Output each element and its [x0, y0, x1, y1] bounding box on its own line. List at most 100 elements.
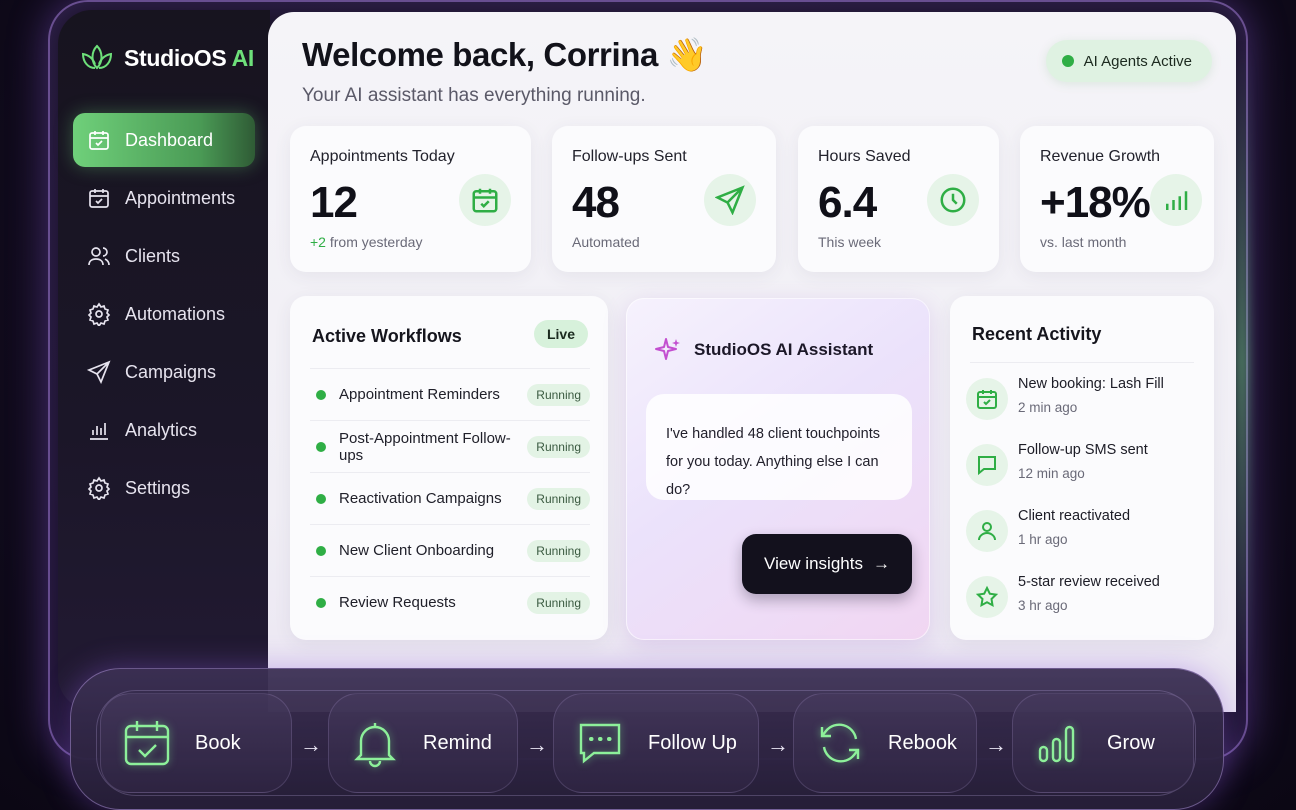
workflow-name: Appointment Reminders	[339, 386, 500, 403]
sidebar-item-label: Dashboard	[125, 129, 214, 150]
activity-item[interactable]: Client reactivated 1 hr ago	[966, 508, 1196, 558]
stat-card-revenue[interactable]: Revenue Growth +18% vs. last month	[1020, 126, 1214, 272]
activity-time: 1 hr ago	[1018, 532, 1068, 547]
assistant-message-line: for you today. Anything else I can do?	[666, 454, 879, 498]
stat-sub: Automated	[572, 234, 640, 250]
pipeline-step-remind[interactable]: Remind	[328, 693, 518, 793]
stat-delta: +2	[310, 234, 326, 250]
send-icon	[87, 360, 111, 384]
sparkle-icon	[655, 338, 680, 360]
pipeline-step-book[interactable]: Book	[100, 693, 292, 793]
recent-activity-title: Recent Activity	[972, 324, 1102, 344]
activity-icon-wrap	[966, 576, 1008, 618]
bar-chart-icon	[90, 423, 108, 440]
activity-text: New booking: Lash Fill	[1018, 376, 1164, 392]
refresh-icon	[820, 723, 860, 763]
step-label: Grow	[1107, 731, 1155, 754]
activity-text: 5-star review received	[1018, 574, 1160, 590]
workflow-name: New Client Onboarding	[339, 542, 495, 559]
calendar-check-icon	[472, 188, 498, 213]
workflows-title: Active Workflows	[312, 326, 462, 346]
status-badge: Running	[527, 487, 590, 510]
star-icon	[975, 585, 999, 608]
sidebar-item-settings[interactable]: Settings	[73, 461, 255, 515]
status-badge: Running	[527, 539, 590, 562]
workflow-row[interactable]: Review Requests Running	[310, 576, 590, 628]
recent-activity-card: Recent Activity New booking: Lash Fill 2…	[950, 296, 1214, 640]
stat-sub: This week	[818, 234, 882, 250]
sidebar-item-dashboard[interactable]: Dashboard	[73, 113, 255, 167]
stat-sub: +2 from yesterday	[310, 234, 422, 250]
calendar-check-icon	[124, 721, 170, 766]
workflow-row[interactable]: Appointment Reminders Running	[310, 368, 590, 420]
agents-status-badge[interactable]: AI Agents Active	[1045, 40, 1212, 82]
activity-text: Client reactivated	[1018, 508, 1131, 524]
bell-icon	[354, 723, 396, 768]
activity-item[interactable]: 5-star review received 3 hr ago	[966, 574, 1196, 624]
stat-label: Follow-ups Sent	[572, 148, 687, 165]
chat-icon	[978, 456, 996, 476]
divider	[970, 362, 1194, 363]
lotus-icon	[81, 44, 113, 70]
pipeline-step-follow-up[interactable]: Follow Up	[553, 693, 759, 793]
workflow-name: Post-Appointment Follow-ups	[339, 429, 511, 464]
status-badge: Running	[527, 383, 590, 406]
status-badge: Running	[527, 435, 590, 458]
status-dot	[316, 441, 326, 452]
stat-value: +18%	[1040, 178, 1151, 227]
activity-icon-wrap	[966, 444, 1008, 486]
stat-value: 6.4	[818, 178, 877, 227]
activity-text: Follow-up SMS sent	[1018, 442, 1148, 458]
workflow-name: Review Requests	[339, 594, 456, 611]
calendar-check-icon	[977, 390, 997, 409]
stat-label: Hours Saved	[818, 148, 911, 165]
stat-card-followups[interactable]: Follow-ups Sent 48 Automated	[552, 126, 776, 272]
activity-item[interactable]: Follow-up SMS sent 12 min ago	[966, 442, 1196, 492]
sidebar-item-clients[interactable]: Clients	[73, 229, 255, 283]
view-insights-button[interactable]: View insights →	[742, 534, 912, 594]
sidebar-item-automations[interactable]: Automations	[73, 287, 255, 341]
step-label: Remind	[423, 731, 492, 754]
step-label: Rebook	[888, 731, 957, 754]
pipeline-step-grow[interactable]: Grow	[1012, 693, 1194, 793]
clock-icon	[940, 187, 966, 213]
pipeline-step-rebook[interactable]: Rebook	[793, 693, 977, 793]
sidebar-item-label: Automations	[125, 303, 226, 324]
activity-time: 12 min ago	[1018, 466, 1085, 481]
stat-card-appointments[interactable]: Appointments Today 12 +2 from yesterday	[290, 126, 531, 272]
assistant-title: StudioOS AI Assistant	[694, 340, 874, 359]
sidebar-item-campaigns[interactable]: Campaigns	[73, 345, 255, 399]
stat-sub-text: from yesterday	[325, 234, 423, 250]
sidebar-item-label: Analytics	[125, 419, 198, 440]
sidebar-item-appointments[interactable]: Appointments	[73, 171, 255, 225]
brand-name: StudioOS	[124, 44, 227, 71]
stat-card-hours[interactable]: Hours Saved 6.4 This week	[798, 126, 999, 272]
activity-item[interactable]: New booking: Lash Fill 2 min ago	[966, 376, 1196, 426]
stat-sub: vs. last month	[1040, 234, 1127, 250]
button-label: View insights	[764, 554, 863, 573]
calendar-check-icon	[89, 189, 109, 208]
main-content: Welcome back, Corrina 👋 Your AI assistan…	[268, 12, 1236, 712]
status-dot	[316, 597, 326, 608]
bar-chart-icon	[1038, 725, 1075, 763]
brand-logo[interactable]: StudioOS AI	[80, 42, 254, 74]
sidebar-item-analytics[interactable]: Analytics	[73, 403, 255, 457]
stat-value: 48	[572, 178, 620, 227]
workflows-card: Active Workflows Live Appointment Remind…	[290, 296, 608, 640]
workflows-list: Appointment Reminders Running Post-Appoi…	[310, 368, 590, 628]
workflow-row[interactable]: New Client Onboarding Running	[310, 524, 590, 576]
agents-status-label: AI Agents Active	[1083, 52, 1192, 70]
stat-icon-wrap	[704, 174, 756, 226]
activity-time: 2 min ago	[1018, 400, 1078, 415]
stat-icon-wrap	[927, 174, 979, 226]
brand-suffix: AI	[231, 44, 255, 71]
stat-icon-wrap	[1150, 174, 1202, 226]
bar-chart-icon	[1166, 191, 1188, 210]
frame-glow	[1238, 42, 1246, 682]
activity-time: 3 hr ago	[1018, 598, 1068, 613]
page-title: Welcome back, Corrina 👋	[302, 36, 708, 73]
activity-icon-wrap	[966, 378, 1008, 420]
workflow-row[interactable]: Post-Appointment Follow-ups Running	[310, 420, 590, 472]
workflow-row[interactable]: Reactivation Campaigns Running	[310, 472, 590, 524]
gear-icon	[87, 476, 111, 500]
